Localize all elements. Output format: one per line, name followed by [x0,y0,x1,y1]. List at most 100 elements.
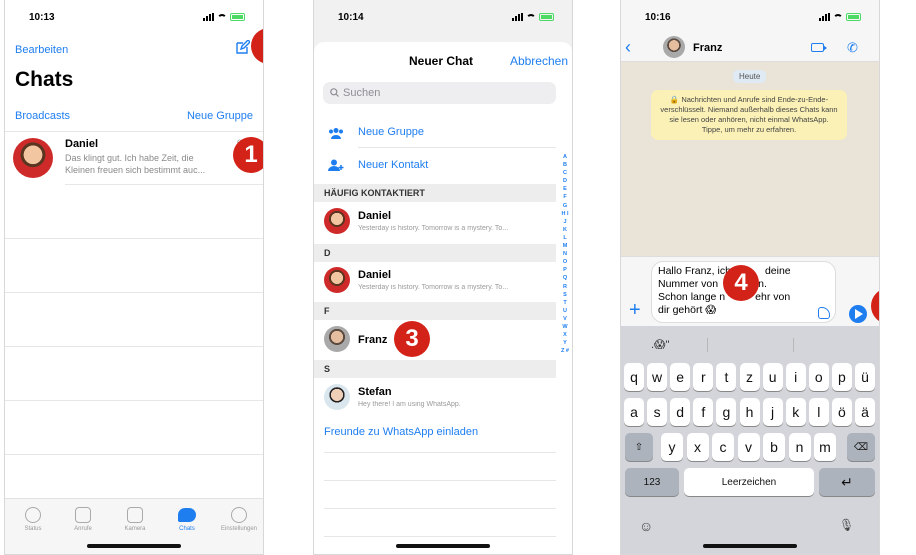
new-contact-button[interactable]: Neuer Kontakt [358,159,428,171]
key-y[interactable]: y [661,433,683,461]
contact-name[interactable]: Franz [693,42,722,54]
new-group-button[interactable]: Neue Gruppe [358,126,424,138]
divider [324,480,556,481]
draft-text: deine [764,265,791,277]
compose-icon[interactable] [236,40,250,54]
key-i[interactable]: i [785,363,806,391]
plus-icon[interactable]: + [629,299,641,322]
key-b[interactable]: b [763,433,785,461]
key-s[interactable]: s [647,398,668,426]
alphabet-index[interactable]: A B C D E F G H I J K L M N O P Q R S T … [561,153,569,355]
step-badge-4: 4 [723,265,759,301]
key-n[interactable]: n [788,433,811,461]
contact-name: Daniel [358,269,392,281]
key-z[interactable]: z [739,363,760,391]
tab-calls[interactable]: Anrufe [57,507,109,532]
key-r[interactable]: r [693,363,714,391]
broadcasts-link[interactable]: Broadcasts [15,110,70,122]
key-m[interactable]: m [814,433,836,461]
key-d[interactable]: d [670,398,691,426]
draft-text: Schon lange n [658,291,726,303]
key-p[interactable]: p [831,363,852,391]
key-v[interactable]: v [737,433,760,461]
key-q[interactable]: q [624,363,644,391]
step-badge-3: 3 [394,321,430,357]
emoji-icon[interactable]: ☺ [639,518,653,534]
status-time: 10:13 [29,11,55,23]
page-title: Chats [15,68,74,91]
chats-screen: 10:13 Bearbeiten 2 Chats Broadcasts Neue… [4,0,264,555]
suggestion[interactable]: .😱" [651,338,669,351]
microphone-icon[interactable]: 🎙 [839,518,854,532]
divider [65,184,263,185]
signal-icon [512,13,523,21]
encryption-notice[interactable]: 🔒 Nachrichten und Anrufe sind Ende-zu-En… [651,90,847,140]
tab-label: Einstellungen [220,526,258,532]
key-ö[interactable]: ö [831,398,852,426]
chat-row-daniel[interactable]: Daniel 09 Das klingt gut. Ich habe Zeit,… [5,132,263,184]
key-x[interactable]: x [686,433,709,461]
delete-key[interactable]: ⌫ [847,433,875,461]
chats-icon [178,508,196,522]
new-chat-screen: 10:14 Neuer Chat Abbrechen Suchen Neue G… [313,0,573,555]
return-key[interactable]: ↵ [819,468,875,496]
divider [324,536,556,537]
invite-friends-link[interactable]: Freunde zu WhatsApp einladen [324,426,478,438]
key-g[interactable]: g [716,398,737,426]
key-t[interactable]: t [716,363,737,391]
shift-key[interactable]: ⇧ [625,433,653,461]
key-k[interactable]: k [785,398,806,426]
tab-label: Chats [179,526,195,532]
divider [324,452,556,453]
status-icons [203,13,245,21]
key-w[interactable]: w [647,363,668,391]
key-a[interactable]: a [624,398,644,426]
contact-name: Stefan [358,386,392,398]
tab-chats[interactable]: Chats [161,507,213,532]
sheet-title: Neuer Chat [409,54,474,68]
draft-text: dir gehört 😱 [658,304,717,316]
suggestion-bar: .😱" [621,326,879,362]
divider [5,292,263,293]
key-ü[interactable]: ü [855,363,875,391]
battery-icon [539,13,554,21]
key-e[interactable]: e [670,363,691,391]
send-button[interactable] [849,305,867,323]
section-f: F [314,302,556,320]
search-input[interactable]: Suchen [323,82,556,104]
avatar[interactable] [663,36,685,58]
status-bar: 10:13 [5,0,263,34]
tab-settings[interactable]: Einstellungen [213,507,263,532]
space-key[interactable]: Leerzeichen [684,468,814,496]
home-indicator [87,544,181,548]
tutorial-canvas: 10:13 Bearbeiten 2 Chats Broadcasts Neue… [0,0,916,555]
battery-icon [846,13,861,21]
contact-name: Daniel [358,210,392,222]
key-o[interactable]: o [808,363,829,391]
group-icon [329,128,343,139]
tab-camera[interactable]: Kamera [109,507,161,532]
draft-text: ehr von [755,291,791,303]
new-group-link[interactable]: Neue Gruppe [187,110,253,122]
back-icon[interactable]: ‹ [625,37,631,58]
contact-status: Yesterday is history. Tomorrow is a myst… [358,284,509,291]
key-c[interactable]: c [712,433,734,461]
key-f[interactable]: f [693,398,714,426]
cancel-button[interactable]: Abbrechen [510,54,568,68]
video-call-icon[interactable] [811,43,827,52]
key-u[interactable]: u [762,363,783,391]
key-ä[interactable]: ä [855,398,875,426]
numbers-key[interactable]: 123 [625,468,679,496]
tab-status[interactable]: Status [7,507,59,532]
phone-icon[interactable]: ✆ [847,40,858,56]
wifi-icon [217,13,227,21]
chat-header: ‹ Franz ✆ [621,34,879,62]
tab-label: Status [24,526,42,532]
avatar [324,267,350,293]
key-j[interactable]: j [762,398,783,426]
key-l[interactable]: l [808,398,829,426]
draft-text: n. [758,278,767,290]
contact-name: Franz [358,334,388,346]
key-h[interactable]: h [739,398,760,426]
edit-button[interactable]: Bearbeiten [15,44,68,56]
